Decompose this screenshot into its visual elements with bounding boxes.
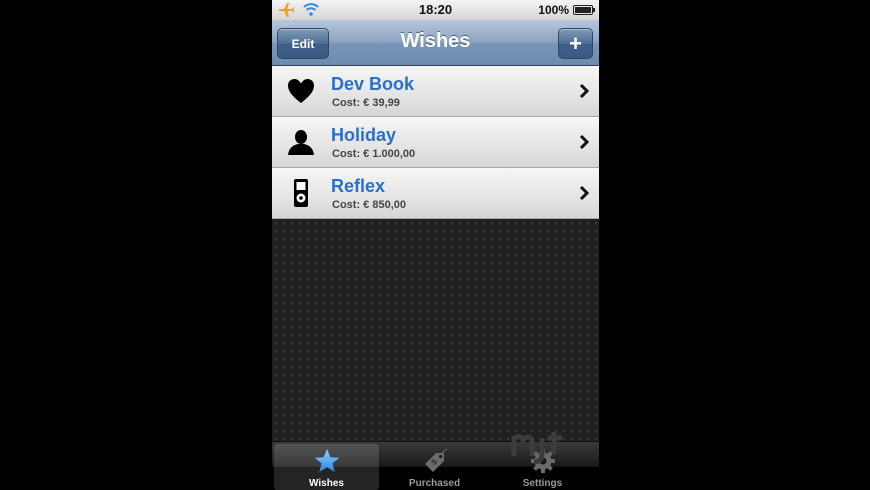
chevron-right-icon (579, 186, 589, 200)
watermark-logo (511, 432, 562, 464)
heart-icon (288, 79, 314, 103)
wish-title: Holiday (331, 125, 397, 145)
chevron-right-icon (579, 84, 589, 98)
navigation-bar: Edit Wishes + (272, 20, 599, 66)
wish-title: Dev Book (331, 74, 415, 94)
ipod-icon (294, 179, 308, 207)
page-title: Wishes (400, 30, 471, 52)
tab-label: Settings (522, 478, 563, 489)
battery-icon (573, 5, 595, 15)
wish-title: Reflex (331, 176, 386, 196)
list-item[interactable]: Holiday Cost: € 1.000,00 (272, 117, 599, 168)
tab-wishes[interactable]: Wishes (274, 444, 379, 490)
list-item[interactable]: Dev Book Cost: € 39,99 (272, 66, 599, 117)
wish-cost: Cost: € 1.000,00 (332, 148, 416, 160)
phone-screen: 18:20 100% Edit Wishes + Dev Book Cost: … (272, 0, 599, 490)
star-icon (314, 449, 340, 472)
status-bar: 18:20 100% (272, 0, 599, 20)
chevron-right-icon (579, 135, 589, 149)
tab-label: Purchased (408, 478, 461, 489)
battery-percentage: 100% (538, 3, 569, 17)
add-wish-button[interactable]: + (558, 28, 593, 59)
tab-purchased[interactable]: $ Purchased (382, 444, 487, 490)
person-icon (288, 130, 314, 155)
price-tag-icon: $ (425, 448, 448, 472)
wish-list: Dev Book Cost: € 39,99 Holiday Cost: € 1… (272, 66, 599, 219)
wish-cost: Cost: € 850,00 (332, 199, 406, 211)
list-item[interactable]: Reflex Cost: € 850,00 (272, 168, 599, 219)
tab-label: Wishes (309, 478, 344, 489)
wish-cost: Cost: € 39,99 (332, 97, 400, 109)
empty-list-background (272, 219, 599, 441)
